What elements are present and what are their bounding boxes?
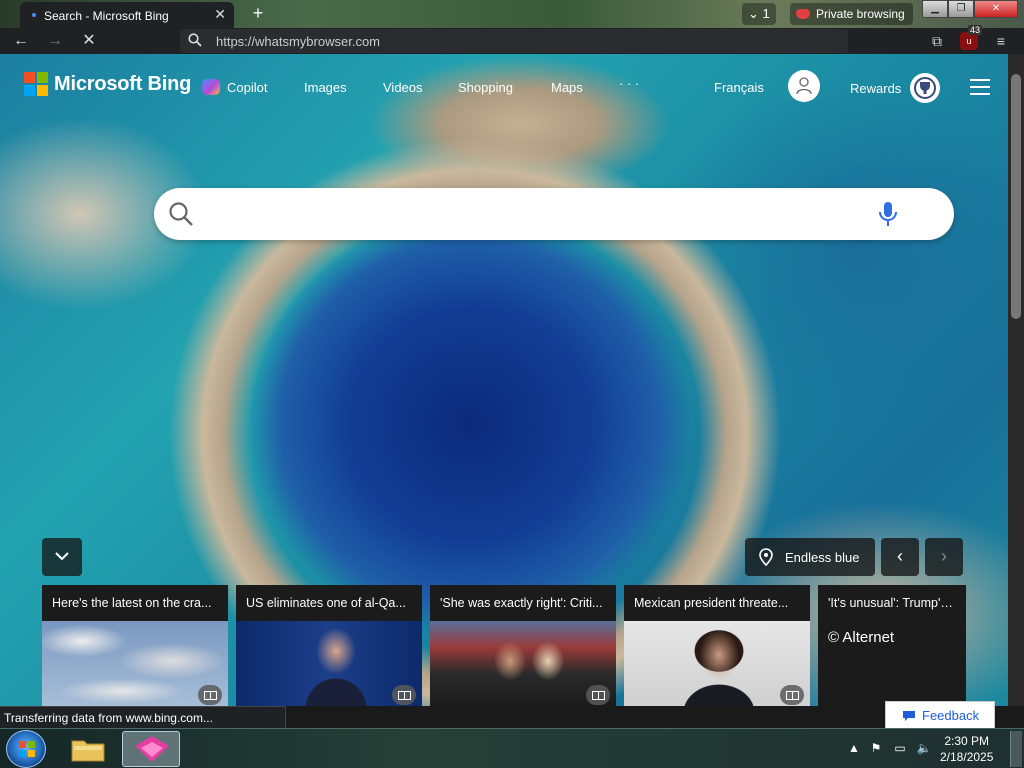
minimize-button[interactable]: ▁ <box>922 0 948 18</box>
news-headline: 'She was exactly right': Criti... <box>440 596 603 610</box>
search-icon <box>169 202 193 226</box>
news-headline: US eliminates one of al-Qa... <box>246 596 406 610</box>
taskbar-clock[interactable]: 2:30 PM 2/18/2025 <box>940 733 993 765</box>
chevron-down-icon <box>55 552 69 561</box>
news-card[interactable]: 'She was exactly right': Criti... <box>430 585 616 706</box>
clock-time: 2:30 PM <box>944 734 990 748</box>
news-card[interactable]: US eliminates one of al-Qa... <box>236 585 422 706</box>
news-headline: Here's the latest on the cra... <box>52 596 212 610</box>
private-browsing-indicator[interactable]: Private browsing <box>790 3 913 25</box>
bing-homepage: Microsoft Bing Copilot Images Videos Sho… <box>0 54 1008 706</box>
previous-image-button[interactable]: ‹ <box>881 538 919 576</box>
page-scrollbar[interactable] <box>1008 54 1024 706</box>
address-bar-url: https://whatsmybrowser.com <box>216 34 380 49</box>
private-browsing-label: Private browsing <box>816 7 905 21</box>
clock-date: 2/18/2025 <box>940 750 994 764</box>
menu-icon[interactable]: ≡ <box>992 32 1010 50</box>
back-button[interactable]: ← <box>10 30 32 52</box>
close-tab-icon[interactable]: ✕ <box>214 6 226 23</box>
news-card[interactable]: Mexican president threate... <box>624 585 810 706</box>
reader-mode-icon[interactable] <box>780 685 804 705</box>
feedback-label: Feedback <box>922 708 980 723</box>
feedback-button[interactable]: Feedback <box>885 701 995 729</box>
network-icon[interactable]: ▭ <box>892 741 908 757</box>
copilot-icon[interactable] <box>202 79 220 95</box>
status-bar: Transferring data from www.bing.com... <box>0 706 286 728</box>
news-headline: Mexican president threate... <box>634 596 789 610</box>
news-card[interactable]: Here's the latest on the cra... <box>42 585 228 706</box>
scrollbar-thumb[interactable] <box>1011 74 1021 319</box>
nav-videos[interactable]: Videos <box>383 80 423 95</box>
window-controls: ▁ ❐ ✕ <box>922 0 1018 20</box>
private-mask-icon <box>796 9 810 19</box>
nav-shopping[interactable]: Shopping <box>458 80 513 95</box>
tab-bing-search[interactable]: Search - Microsoft Bing ✕ <box>20 2 234 28</box>
new-tab-button[interactable]: + <box>246 2 270 26</box>
reader-mode-icon[interactable] <box>586 685 610 705</box>
nav-copilot[interactable]: Copilot <box>227 80 267 95</box>
nav-more[interactable]: · · · <box>619 76 639 91</box>
close-window-button[interactable]: ✕ <box>974 0 1018 18</box>
microphone-icon[interactable] <box>878 201 898 227</box>
nav-maps[interactable]: Maps <box>551 80 583 95</box>
news-card[interactable]: 'It's unusual': Trump's DG © Alternet <box>818 585 966 706</box>
sign-in-avatar[interactable] <box>788 70 820 102</box>
tab-title: Search - Microsoft Bing <box>44 9 169 23</box>
ublock-count-badge: 43 <box>968 25 983 35</box>
tab-count: 1 <box>762 6 770 21</box>
action-center-icon[interactable]: ⚑ <box>868 741 884 757</box>
windows-logo-icon <box>19 741 35 757</box>
user-icon <box>796 77 812 95</box>
rewards-trophy-icon[interactable] <box>910 73 940 103</box>
feedback-icon <box>903 711 915 721</box>
nav-images[interactable]: Images <box>304 80 347 95</box>
browser-toolbar: ← → ✕ https://whatsmybrowser.com ⧉ u ≡ <box>0 28 1024 54</box>
bing-header: Microsoft Bing Copilot Images Videos Sho… <box>0 54 1008 120</box>
file-explorer-icon[interactable] <box>70 735 106 763</box>
collapse-feed-button[interactable] <box>42 538 82 576</box>
location-pin-icon <box>759 548 773 566</box>
hamburger-menu-icon[interactable] <box>970 79 990 95</box>
forward-button[interactable]: → <box>44 30 66 52</box>
language-link[interactable]: Français <box>714 80 764 95</box>
extensions-icon[interactable]: ⧉ <box>928 32 946 50</box>
rewards-link[interactable]: Rewards <box>850 81 901 96</box>
image-location-button[interactable]: Endless blue <box>745 538 875 576</box>
show-desktop-button[interactable] <box>1010 731 1022 767</box>
tab-count-button[interactable]: ⌄ 1 <box>742 3 776 25</box>
start-button[interactable] <box>6 730 46 768</box>
bing-brand[interactable]: Microsoft Bing <box>54 73 191 96</box>
search-icon <box>188 33 202 47</box>
volume-icon[interactable]: 🔈 <box>916 741 932 757</box>
stop-loading-button[interactable]: ✕ <box>78 30 100 52</box>
maximize-button[interactable]: ❐ <box>948 0 974 18</box>
tab-strip: Search - Microsoft Bing ✕ + ⌄ 1 Private … <box>0 0 1024 28</box>
windows-taskbar: ▲ ⚑ ▭ 🔈 2:30 PM 2/18/2025 <box>0 728 1024 768</box>
browser-app-icon <box>135 736 169 762</box>
image-location-label: Endless blue <box>785 550 860 565</box>
news-headline: 'It's unusual': Trump's DG <box>828 596 966 610</box>
news-source-alternet: © Alternet <box>828 629 895 646</box>
next-image-button[interactable]: › <box>925 538 963 576</box>
search-box[interactable] <box>154 188 954 240</box>
address-bar[interactable]: https://whatsmybrowser.com <box>180 29 848 53</box>
browser-taskbar-button[interactable] <box>122 731 180 767</box>
reader-mode-icon[interactable] <box>392 685 416 705</box>
microsoft-logo-icon[interactable] <box>24 72 48 96</box>
tab-loading-indicator <box>32 13 36 17</box>
reader-mode-icon[interactable] <box>198 685 222 705</box>
show-hidden-icons[interactable]: ▲ <box>846 741 862 757</box>
